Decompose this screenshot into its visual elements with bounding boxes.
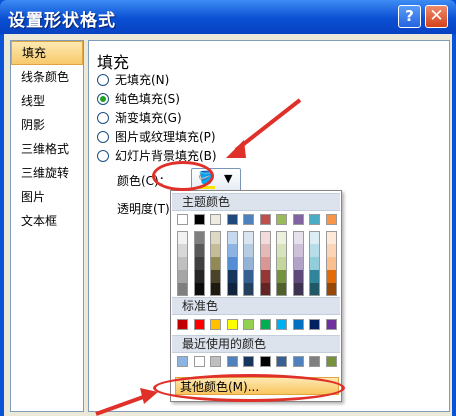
annotation-arrow [95, 394, 147, 416]
annotation-arrowhead [140, 388, 158, 404]
annotation-arrows [95, 98, 302, 416]
annotation-arrowhead [226, 140, 246, 158]
annotation-arrow [234, 98, 302, 152]
format-shape-dialog: 设置形状格式 ? ✕ 填充 线条颜色 线型 阴影 三维格式 三维旋转 图片 文本框 填充 无填… [0, 0, 456, 416]
